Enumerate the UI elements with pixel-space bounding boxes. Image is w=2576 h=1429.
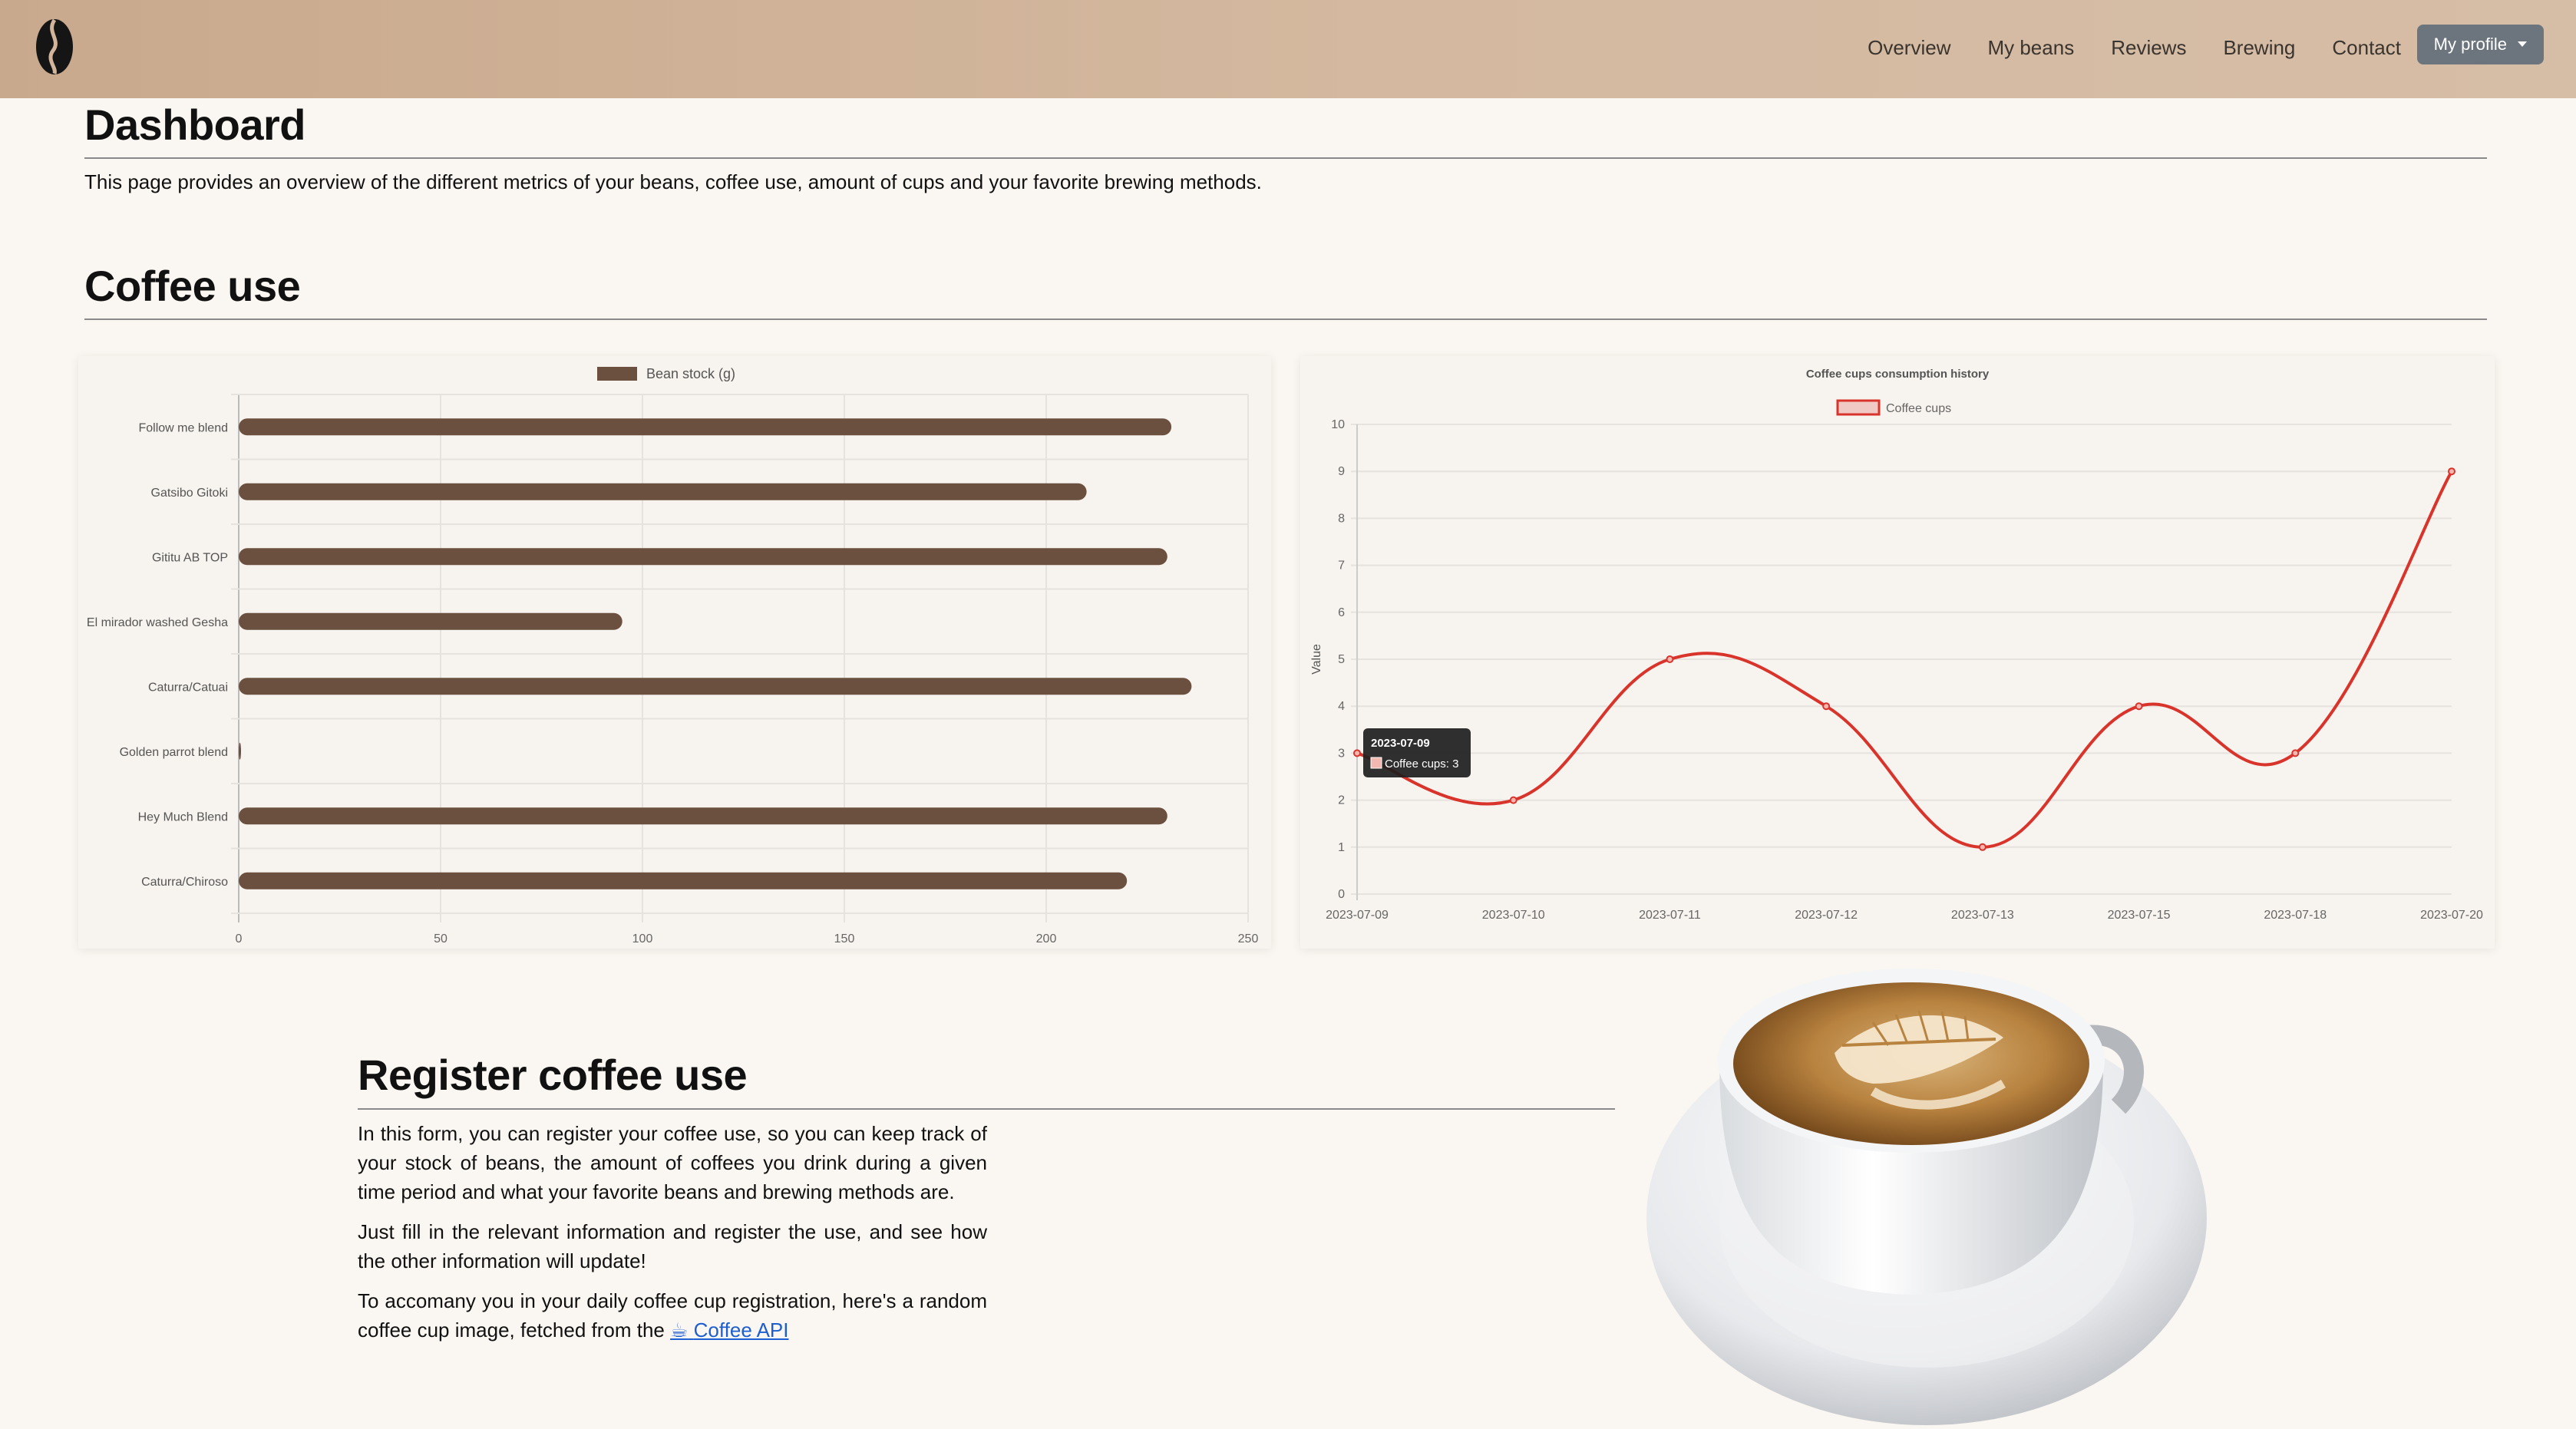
register-description: In this form, you can register your coff… (358, 1119, 987, 1355)
category-label: Caturra/Catuai (148, 681, 228, 694)
bar (239, 418, 1172, 436)
register-paragraph-1: In this form, you can register your coff… (358, 1122, 987, 1203)
tooltip-body: Coffee cups: 3 (1385, 757, 1458, 771)
bean-stock-chart: Bean stock (g) 0 50 100 150 200 250 Follow me b… (87, 366, 1259, 946)
legend-label: Coffee cups (1886, 402, 1951, 415)
title-divider (84, 157, 2487, 159)
page-title: Dashboard (84, 101, 306, 149)
coffee-use-divider (84, 318, 2487, 320)
nav-reviews[interactable]: Reviews (2111, 34, 2186, 61)
category-label: Gititu AB TOP (152, 551, 228, 564)
bean-stock-chart-card: Bean stock (g) 0 50 100 150 200 250 Follow me b… (78, 356, 1271, 949)
register-divider (358, 1108, 1615, 1110)
tooltip-swatch (1370, 757, 1382, 769)
caret-down-icon (2518, 41, 2527, 47)
coffee-cups-chart: Coffee cups consumption history Coffee cu… (1310, 368, 2483, 922)
nav-brewing[interactable]: Brewing (2223, 34, 2295, 61)
x-tick-label: 2023-07-15 (2108, 909, 2171, 922)
nav-my-beans[interactable]: My beans (1987, 34, 2074, 61)
category-label: El mirador washed Gesha (87, 616, 228, 629)
y-tick-label: 4 (1338, 700, 1345, 713)
nav-contact[interactable]: Contact (2332, 34, 2401, 61)
tooltip-title: 2023-07-09 (1371, 737, 1430, 750)
register-heading: Register coffee use (358, 1051, 748, 1099)
register-paragraph-3: To accomany you in your daily coffee cup… (358, 1286, 987, 1345)
x-tick-label: 200 (1036, 932, 1057, 946)
data-point (1978, 843, 1986, 851)
y-tick-label: 3 (1338, 747, 1345, 760)
data-point (1509, 796, 1518, 804)
x-tick-label: 2023-07-20 (2420, 909, 2483, 922)
x-tick-label: 150 (834, 932, 855, 946)
category-label: Golden parrot blend (120, 746, 228, 759)
x-tick-label: 250 (1238, 932, 1259, 946)
x-tick-label: 2023-07-13 (1951, 909, 2014, 922)
data-point (2448, 467, 2455, 476)
category-label: Gatsibo Gitoki (151, 487, 228, 500)
x-tick-label: 2023-07-10 (1482, 909, 1545, 922)
nav-links: Overview My beans Reviews Brewing Contac… (1868, 34, 2401, 61)
coffee-api-link-text: Coffee API (693, 1318, 789, 1342)
y-tick-label: 7 (1338, 559, 1345, 573)
data-point (1822, 702, 1831, 711)
bar (239, 548, 1167, 566)
bar (239, 872, 1128, 889)
x-tick-label: 0 (236, 932, 243, 946)
y-tick-label: 10 (1331, 418, 1345, 431)
x-tick-label: 2023-07-09 (1326, 909, 1389, 922)
bar (239, 742, 241, 760)
coffee-emoji-icon: ☕ (670, 1318, 689, 1342)
bar (239, 612, 623, 630)
legend-swatch (597, 367, 637, 381)
coffee-cups-chart-card: Coffee cups consumption history Coffee cu… (1300, 356, 2495, 949)
dashboard-intro: This page provides an overview of the di… (84, 170, 1262, 193)
data-point (1353, 749, 1361, 757)
my-profile-label: My profile (2433, 35, 2507, 54)
my-profile-dropdown[interactable]: My profile (2416, 25, 2544, 64)
coffee-bean-icon[interactable] (34, 17, 75, 77)
chart-tooltip: 2023-07-09 Coffee cups: 3 (1363, 728, 1471, 777)
register-paragraph-2: Just fill in the relevant information an… (358, 1220, 987, 1272)
navbar: Overview My beans Reviews Brewing Contac… (0, 0, 2576, 98)
y-tick-label: 0 (1338, 888, 1345, 901)
latte-art-coffee-cup-image (1646, 969, 2207, 1425)
bar (239, 678, 1192, 695)
y-tick-label: 2 (1338, 794, 1345, 807)
y-tick-label: 1 (1338, 841, 1345, 854)
y-tick-label: 8 (1338, 512, 1345, 525)
legend-label: Bean stock (g) (646, 366, 735, 381)
x-tick-label: 100 (632, 932, 653, 946)
bar (239, 807, 1167, 825)
x-tick-label: 50 (434, 932, 447, 946)
data-point (2135, 702, 2143, 711)
x-tick-label: 2023-07-12 (1795, 909, 1858, 922)
x-tick-label: 2023-07-18 (2264, 909, 2327, 922)
category-label: Caturra/Chiroso (141, 876, 228, 889)
chart-title: Coffee cups consumption history (1806, 368, 1990, 381)
y-tick-label: 6 (1338, 606, 1345, 619)
y-axis-label: Value (1310, 644, 1323, 675)
y-tick-label: 9 (1338, 465, 1345, 478)
data-point (1666, 655, 1674, 663)
coffee-api-link[interactable]: ☕ Coffee API (670, 1318, 788, 1342)
coffee-use-heading: Coffee use (84, 262, 301, 310)
y-tick-label: 5 (1338, 653, 1345, 666)
data-point (2291, 749, 2300, 757)
category-label: Hey Much Blend (138, 810, 228, 823)
legend-swatch (1836, 399, 1881, 416)
nav-overview[interactable]: Overview (1868, 34, 1950, 61)
x-tick-label: 2023-07-11 (1639, 909, 1701, 922)
category-label: Follow me blend (139, 421, 229, 434)
bar (239, 483, 1087, 500)
